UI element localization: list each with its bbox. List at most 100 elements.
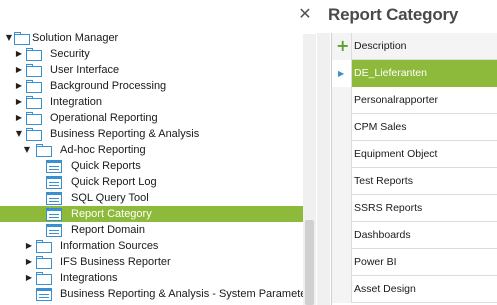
navigator-pane: ✕ ▼ Solution Manager ▶ Security ▶ User Interf… <box>0 0 316 305</box>
tree-item-security[interactable]: ▶ Security <box>0 46 303 62</box>
tree-item-ad-hoc-reporting[interactable]: ▼ Ad-hoc Reporting <box>0 142 303 158</box>
tree-item-label: Solution Manager <box>32 32 119 44</box>
tree-item-business-reporting-and-analysis[interactable]: ▼ Business Reporting & Analysis <box>0 126 303 142</box>
folder-icon <box>36 240 52 253</box>
row-indicator[interactable] <box>332 276 352 303</box>
tree-item-label: Report Category <box>71 208 152 220</box>
grid-row-test-reports[interactable]: Test Reports <box>332 168 497 195</box>
report-category-grid: + Description ▶ DE_Lieferanten Personalrap… <box>331 33 497 305</box>
expand-arrow-icon[interactable]: ▶ <box>24 270 34 286</box>
grid-row-asset-design[interactable]: Asset Design <box>332 276 497 303</box>
tree-item-business-reporting-and-analysis-system-paramete[interactable]: Business Reporting & Analysis - System P… <box>0 286 307 302</box>
grid-row-equipment-object[interactable]: Equipment Object <box>332 141 497 168</box>
expand-arrow-icon[interactable]: ▶ <box>14 78 24 94</box>
tree-item-information-sources[interactable]: ▶ Information Sources <box>0 238 303 254</box>
tree-item-label: Background Processing <box>50 80 167 92</box>
folder-icon <box>26 128 42 141</box>
expand-arrow-icon[interactable]: ▶ <box>14 94 24 110</box>
grid-row-power-bi[interactable]: Power BI <box>332 249 497 276</box>
close-icon[interactable]: ✕ <box>297 6 313 22</box>
folder-icon <box>36 272 52 285</box>
report-icon <box>46 192 62 205</box>
folder-icon <box>36 144 52 157</box>
tree-item-sql-query-tool[interactable]: SQL Query Tool <box>0 190 303 206</box>
expand-arrow-icon[interactable]: ▶ <box>24 238 34 254</box>
current-row-arrow-icon: ▶ <box>338 69 345 78</box>
folder-icon <box>26 80 42 93</box>
tree-item-label: Ad-hoc Reporting <box>60 144 146 156</box>
expand-arrow-icon[interactable]: ▶ <box>24 254 34 270</box>
folder-icon <box>26 64 42 77</box>
description-cell[interactable]: Personalrapporter <box>354 87 438 114</box>
row-indicator[interactable] <box>332 87 352 114</box>
tree-item-integrations[interactable]: ▶ Integrations <box>0 270 303 286</box>
tree-item-label: Integration <box>50 96 102 108</box>
row-indicator[interactable] <box>332 114 352 141</box>
tree-item-label: Quick Report Log <box>71 176 157 188</box>
folder-icon <box>36 256 52 269</box>
description-cell[interactable]: Dashboards <box>354 222 411 249</box>
folder-icon <box>14 32 30 45</box>
collapse-arrow-icon[interactable]: ▼ <box>14 126 24 142</box>
description-cell[interactable]: SSRS Reports <box>354 195 422 222</box>
expand-arrow-icon[interactable]: ▶ <box>14 62 24 78</box>
expand-arrow-icon[interactable]: ▶ <box>14 110 24 126</box>
row-indicator[interactable] <box>332 168 352 195</box>
collapse-arrow-icon[interactable]: ▼ <box>22 142 32 158</box>
tree-item-label: Security <box>50 48 90 60</box>
collapse-arrow-icon[interactable]: ▼ <box>4 30 14 46</box>
row-indicator[interactable] <box>332 222 352 249</box>
report-icon <box>46 176 62 189</box>
report-category-pane: Report Category + Description ▶ DE_Liefer… <box>316 0 497 305</box>
row-indicator[interactable] <box>332 249 352 276</box>
navigator-scrollbar[interactable] <box>303 34 316 305</box>
row-indicator[interactable] <box>332 195 352 222</box>
tree-item-integration[interactable]: ▶ Integration <box>0 94 303 110</box>
indicator-column-header: + <box>332 33 352 60</box>
page-title: Report Category <box>328 5 459 24</box>
report-icon <box>46 160 62 173</box>
grid-row-ssrs-reports[interactable]: SSRS Reports <box>332 195 497 222</box>
grid-row-personalrapporter[interactable]: Personalrapporter <box>332 87 497 114</box>
row-indicator[interactable] <box>332 141 352 168</box>
tree-item-ifs-business-reporter[interactable]: ▶ IFS Business Reporter <box>0 254 303 270</box>
row-indicator[interactable]: ▶ <box>332 60 352 87</box>
tree-item-solution-manager[interactable]: ▼ Solution Manager <box>0 30 303 46</box>
description-cell[interactable]: DE_Lieferanten <box>354 60 427 87</box>
grid-row-de-lieferanten[interactable]: ▶ DE_Lieferanten <box>332 60 497 87</box>
grid-row-cpm-sales[interactable]: CPM Sales <box>332 114 497 141</box>
description-cell[interactable]: Equipment Object <box>354 141 437 168</box>
tree-item-operational-reporting[interactable]: ▶ Operational Reporting <box>0 110 303 126</box>
grid-row-dashboards[interactable]: Dashboards <box>332 222 497 249</box>
grid-scrollbar[interactable] <box>317 33 330 305</box>
tree-item-label: User Interface <box>50 64 120 76</box>
tree-item-label: Quick Reports <box>71 160 141 172</box>
report-icon <box>36 288 52 301</box>
tree-item-label: Information Sources <box>60 240 159 252</box>
add-icon[interactable]: + <box>336 38 349 54</box>
tree-item-report-category[interactable]: Report Category <box>0 206 303 222</box>
description-cell[interactable]: CPM Sales <box>354 114 407 141</box>
tree-item-label: IFS Business Reporter <box>60 256 171 268</box>
report-icon <box>46 224 62 237</box>
tree-item-quick-report-log[interactable]: Quick Report Log <box>0 174 303 190</box>
tree-item-label: Business Reporting & Analysis - System P… <box>60 288 307 300</box>
navigator-scrollbar-thumb[interactable] <box>305 220 314 305</box>
report-icon <box>46 208 62 221</box>
grid-header-row: + Description <box>332 33 497 60</box>
tree-item-quick-reports[interactable]: Quick Reports <box>0 158 303 174</box>
tree-item-user-interface[interactable]: ▶ User Interface <box>0 62 303 78</box>
tree-item-label: SQL Query Tool <box>71 192 149 204</box>
tree-item-background-processing[interactable]: ▶ Background Processing <box>0 78 303 94</box>
tree-item-label: Report Domain <box>71 224 145 236</box>
column-header-description[interactable]: Description <box>354 33 407 60</box>
description-cell[interactable]: Test Reports <box>354 168 413 195</box>
tree-item-report-domain[interactable]: Report Domain <box>0 222 303 238</box>
description-cell[interactable]: Power BI <box>354 249 397 276</box>
tree-item-label: Business Reporting & Analysis <box>50 128 200 140</box>
description-cell[interactable]: Asset Design <box>354 276 416 303</box>
folder-icon <box>26 96 42 109</box>
folder-icon <box>26 112 42 125</box>
tree-item-label: Operational Reporting <box>50 112 158 124</box>
expand-arrow-icon[interactable]: ▶ <box>14 46 24 62</box>
